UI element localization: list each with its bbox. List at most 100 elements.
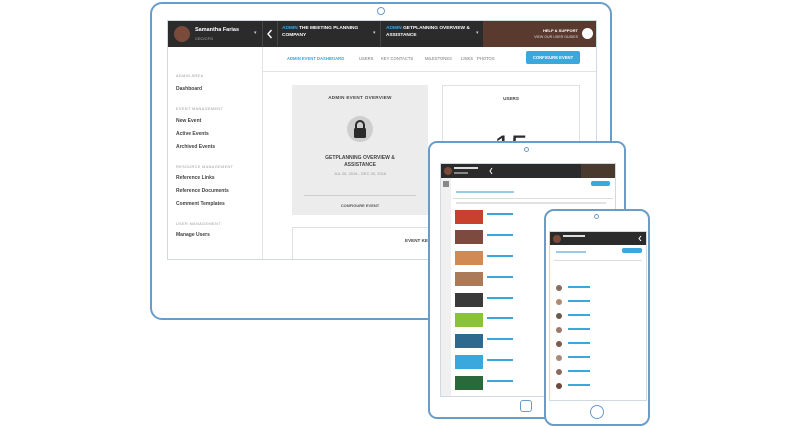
row-text	[568, 384, 590, 386]
phone-breadcrumb	[556, 251, 586, 253]
avatar[interactable]	[556, 383, 562, 389]
event-selector[interactable]: ADMIN GETPLANNING OVERVIEW & ASSISTANCE	[386, 26, 478, 39]
company-dropdown-icon[interactable]: ▾	[373, 30, 376, 36]
tab-links[interactable]: LINKS	[461, 56, 473, 61]
list-item[interactable]	[455, 293, 483, 307]
tab-photos[interactable]: PHOTOS	[477, 56, 495, 61]
guide-label: VIEW OUR USER GUIDES	[534, 35, 578, 39]
help-label: HELP & SUPPORT	[542, 28, 578, 33]
tablet-user-name	[454, 167, 478, 169]
admin-event-overview-card: ADMIN EVENT OVERVIEW GETPLANNING OVERVIE…	[292, 85, 428, 215]
tablet-column-headers	[456, 202, 606, 204]
phone-chevron-left-icon[interactable]	[636, 232, 644, 245]
tab-bar: ADMIN EVENT DASHBOARD USERS KEY CONTACTS…	[263, 47, 596, 72]
avatar[interactable]	[556, 285, 562, 291]
list-item[interactable]	[455, 272, 483, 286]
tab-key-contacts[interactable]: KEY CONTACTS	[381, 56, 413, 61]
tab-milestones[interactable]: MILESTONES	[425, 56, 452, 61]
sidebar-heading-user-management: USER MANAGEMENT	[176, 222, 221, 226]
row-text	[568, 300, 590, 302]
row-text	[487, 338, 513, 340]
tablet-menu-icon[interactable]	[443, 181, 449, 187]
tablet-breadcrumb	[456, 191, 514, 193]
configure-event-button[interactable]: CONFIGURE EVENT	[526, 51, 580, 64]
users-title: USERS	[503, 96, 519, 101]
row-text	[568, 328, 590, 330]
sidebar-item-manage-users[interactable]: Manage Users	[176, 232, 210, 238]
list-item[interactable]	[455, 355, 483, 369]
phone-header	[550, 232, 646, 245]
app-header: Samantha Farias CEO/CFO ▾ ADMIN THE MEET…	[168, 21, 596, 47]
desktop-camera-icon	[377, 7, 385, 15]
tablet-avatar[interactable]	[444, 167, 452, 175]
phone-action-button[interactable]	[622, 248, 642, 253]
overview-event-name: GETPLANNING OVERVIEW & ASSISTANCE	[325, 155, 395, 168]
row-text	[487, 276, 513, 278]
help-icon[interactable]	[582, 28, 593, 39]
user-dropdown-icon[interactable]: ▾	[254, 30, 257, 36]
row-text	[487, 255, 513, 257]
event-dropdown-icon[interactable]: ▾	[476, 30, 479, 36]
list-item[interactable]	[455, 334, 483, 348]
tablet-divider	[453, 198, 613, 199]
row-text	[568, 286, 590, 288]
avatar[interactable]	[556, 299, 562, 305]
lock-icon	[354, 120, 366, 138]
row-text	[568, 356, 590, 358]
row-text	[487, 380, 513, 382]
avatar[interactable]	[556, 313, 562, 319]
avatar[interactable]	[556, 355, 562, 361]
tablet-chevron-left-icon[interactable]	[487, 164, 495, 178]
avatar[interactable]	[556, 341, 562, 347]
sidebar-item-comment-templates[interactable]: Comment Templates	[176, 201, 225, 207]
help-support-area[interactable]: HELP & SUPPORT VIEW OUR USER GUIDES	[483, 21, 596, 47]
list-item[interactable]	[455, 376, 483, 390]
tablet-action-button[interactable]	[591, 181, 610, 186]
row-text	[487, 297, 513, 299]
tab-admin-event-dashboard[interactable]: ADMIN EVENT DASHBOARD	[287, 56, 344, 61]
back-button[interactable]	[262, 21, 278, 47]
sidebar-heading-resource-management: RESOURCE MANAGEMENT	[176, 165, 234, 169]
event-prefix: ADMIN	[386, 26, 402, 31]
list-item[interactable]	[455, 230, 483, 244]
row-text	[568, 342, 590, 344]
avatar[interactable]	[556, 369, 562, 375]
home-button-icon[interactable]	[520, 400, 532, 412]
phone-user-name	[563, 235, 585, 237]
header-divider	[380, 21, 381, 47]
row-text	[487, 234, 513, 236]
phone-camera-icon	[594, 214, 599, 219]
tablet-user-role	[454, 172, 468, 174]
sidebar-item-reference-links[interactable]: Reference Links	[176, 175, 215, 181]
company-selector[interactable]: ADMIN THE MEETING PLANNING COMPANY	[282, 26, 378, 39]
row-text	[568, 370, 590, 372]
tab-users[interactable]: USERS	[359, 56, 373, 61]
event-logo	[347, 116, 373, 142]
row-text	[487, 317, 513, 319]
sidebar: ADMIN AREA Dashboard EVENT MANAGEMENT Ne…	[168, 47, 263, 259]
sidebar-item-archived-events[interactable]: Archived Events	[176, 144, 215, 150]
list-item[interactable]	[455, 210, 483, 224]
tablet-side-strip	[441, 178, 451, 396]
list-item[interactable]	[455, 251, 483, 265]
sidebar-item-active-events[interactable]: Active Events	[176, 131, 209, 137]
user-name: Samantha Farias	[195, 27, 240, 33]
phone-avatar[interactable]	[553, 234, 561, 243]
sidebar-item-dashboard[interactable]: Dashboard	[176, 86, 202, 92]
overview-configure-link[interactable]: CONFIGURE EVENT	[292, 203, 428, 208]
phone-home-button-icon[interactable]	[590, 405, 604, 419]
event-key-title: EVENT KE	[405, 238, 428, 243]
list-item[interactable]	[455, 313, 483, 327]
sidebar-item-reference-documents[interactable]: Reference Documents	[176, 188, 229, 194]
row-text	[487, 213, 513, 215]
sidebar-item-new-event[interactable]: New Event	[176, 118, 201, 124]
overview-title: ADMIN EVENT OVERVIEW	[328, 95, 392, 100]
sidebar-heading-event-management: EVENT MANAGEMENT	[176, 107, 224, 111]
phone-screen	[549, 231, 647, 401]
avatar[interactable]	[556, 327, 562, 333]
tablet-header	[441, 164, 615, 178]
row-text	[568, 314, 590, 316]
avatar[interactable]	[174, 26, 190, 42]
overview-dates: JUL 26, 2016 - DEC 20, 2016	[333, 171, 387, 176]
row-text	[487, 359, 513, 361]
